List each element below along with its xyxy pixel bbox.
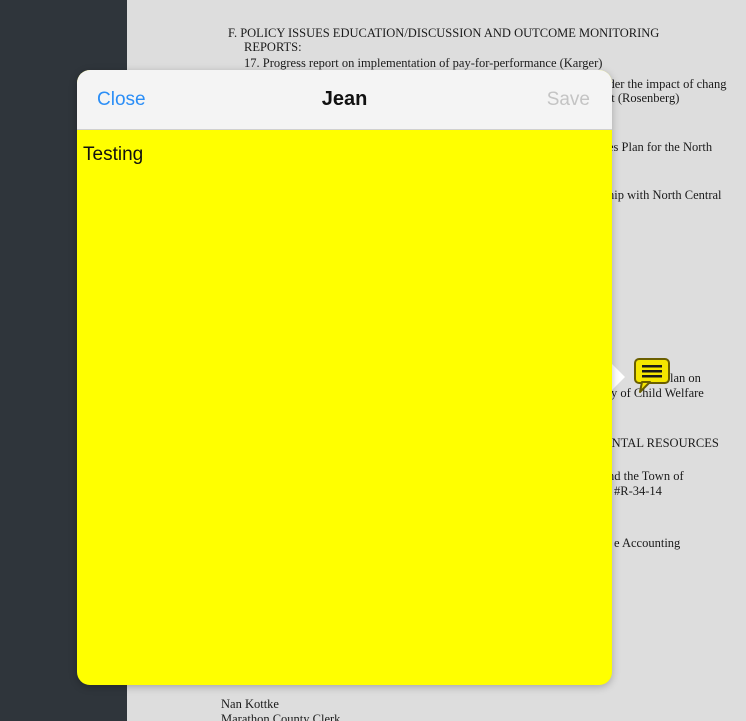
popover-arrow xyxy=(612,364,625,390)
section-heading: F. POLICY ISSUES EDUCATION/DISCUSSION AN… xyxy=(228,26,660,40)
agenda-item-17: 17. Progress report on implementation of… xyxy=(244,56,603,70)
signature-title: Marathon County Clerk xyxy=(221,712,341,721)
section-heading-cont: REPORTS: xyxy=(244,40,302,54)
doc-text-fragment: lan on xyxy=(670,371,701,385)
note-editor-header: Close Jean Save xyxy=(77,70,612,130)
doc-text-fragment: nt (Rosenberg) xyxy=(605,91,680,105)
note-text-area[interactable]: Testing xyxy=(77,130,612,685)
signature-name: Nan Kottke xyxy=(221,697,279,711)
doc-text-fragment: ENTAL RESOURCES xyxy=(604,436,719,450)
doc-text-fragment: nip with North Central xyxy=(608,188,722,202)
doc-text-fragment: ider the impact of chang xyxy=(605,77,727,91)
note-author-title: Jean xyxy=(321,88,368,110)
note-editor-popup: Close Jean Save Testing xyxy=(77,70,612,685)
doc-text-fragment: e Accounting xyxy=(614,536,681,550)
comment-icon[interactable] xyxy=(632,357,672,395)
doc-text-fragment: nd the Town of xyxy=(608,469,684,483)
save-button[interactable]: Save xyxy=(547,89,590,111)
doc-text-fragment: #R-34-14 xyxy=(614,484,662,498)
doc-text-fragment: es Plan for the North xyxy=(608,140,713,154)
